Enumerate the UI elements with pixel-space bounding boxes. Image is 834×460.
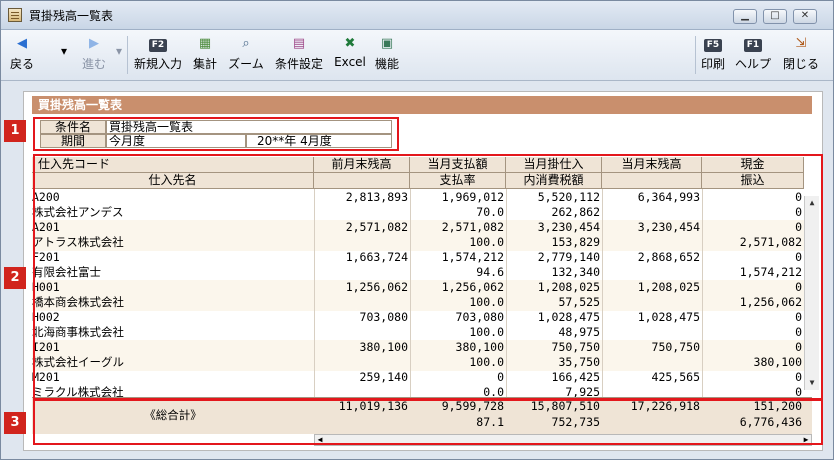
excel-icon: ✖ [344, 36, 356, 51]
zoom-button[interactable]: ⌕ ズーム [225, 34, 267, 76]
forward-label: 進む [81, 57, 106, 71]
back-label: 戻る [9, 57, 34, 71]
window-title: 買掛残高一覧表 [29, 9, 114, 23]
excel-label: Excel [334, 55, 366, 69]
conditions-icon: ▤ [292, 36, 306, 51]
ledger-icon [8, 8, 22, 22]
forward-button[interactable]: ▶ 進む [77, 34, 111, 76]
app-window: 買掛残高一覧表 ▁ □ ✕ ◀ 戻る ▾ ▶ 進む ▾ F2 新規入力 ▦ 集計… [0, 0, 834, 460]
annotation-badge-2: 2 [4, 267, 26, 289]
help-button[interactable]: F1 ヘルプ [732, 34, 774, 76]
chevron-down-icon: ▾ [115, 44, 123, 58]
toolbar-separator [127, 36, 128, 74]
back-button[interactable]: ◀ 戻る [5, 34, 39, 76]
back-arrow-icon: ◀ [17, 36, 27, 51]
help-label: ヘルプ [734, 57, 771, 71]
annotation-box-conditions [33, 117, 399, 151]
excel-button[interactable]: ✖ Excel [331, 34, 369, 76]
f5-key-icon: F5 [703, 39, 723, 52]
toolbar: ◀ 戻る ▾ ▶ 進む ▾ F2 新規入力 ▦ 集計 ⌕ ズーム ▤ 条件設定 … [1, 30, 833, 81]
close-button[interactable]: ⇲ 閉じる [779, 34, 823, 76]
f2-key-icon: F2 [148, 39, 168, 52]
forward-dropdown-button[interactable]: ▾ [114, 44, 124, 86]
total-button[interactable]: ▦ 集計 [189, 34, 221, 76]
close-window-button[interactable]: ✕ [793, 9, 817, 24]
maximize-button[interactable]: □ [763, 9, 787, 24]
annotation-badge-1: 1 [4, 120, 26, 142]
chevron-down-icon: ▾ [60, 44, 68, 58]
back-dropdown-button[interactable]: ▾ [59, 44, 69, 86]
f1-key-icon: F1 [743, 39, 763, 52]
title-bar: 買掛残高一覧表 ▁ □ ✕ [1, 1, 833, 30]
toolbar-separator [695, 36, 696, 74]
section-title: 買掛残高一覧表 [32, 96, 812, 114]
magnifier-icon: ⌕ [242, 36, 250, 51]
annotation-box-totals [33, 399, 823, 445]
annotation-badge-3: 3 [4, 412, 26, 434]
minimize-button[interactable]: ▁ [733, 9, 757, 24]
calculator-icon: ▦ [198, 36, 212, 51]
print-button[interactable]: F5 印刷 [698, 34, 728, 76]
functions-icon: ▣ [380, 36, 394, 51]
new-entry-button[interactable]: F2 新規入力 [132, 34, 184, 76]
close-label: 閉じる [782, 57, 819, 71]
annotation-box-table [33, 154, 823, 400]
new-entry-label: 新規入力 [133, 57, 182, 71]
total-label: 集計 [192, 57, 217, 71]
functions-label: 機能 [374, 57, 399, 71]
functions-button[interactable]: ▣ 機能 [371, 34, 403, 76]
conditions-label: 条件設定 [274, 57, 323, 71]
forward-arrow-icon: ▶ [89, 36, 99, 51]
zoom-label: ズーム [228, 57, 264, 71]
conditions-button[interactable]: ▤ 条件設定 [273, 34, 325, 76]
print-label: 印刷 [700, 57, 725, 71]
exit-door-icon: ⇲ [795, 36, 807, 51]
